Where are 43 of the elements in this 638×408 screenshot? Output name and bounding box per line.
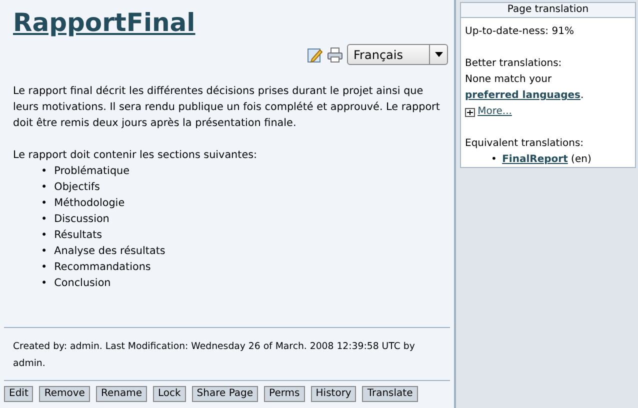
panel-title: Page translation [461, 3, 635, 18]
paragraph: Le rapport final décrit les différentes décisions prises durant le projet ainsi que leurs motivations. Il sera rendu publique un fois complété et approuvé. Le rapport doit être remis deux jours après la présentation finale. [13, 84, 441, 131]
list-item: Analyse des résultats [54, 244, 166, 259]
bullet: • [41, 228, 48, 243]
print-icon[interactable] [326, 46, 343, 62]
list-item: Résultats [54, 228, 102, 243]
edit-icon[interactable] [306, 46, 323, 62]
bullet: • [41, 164, 48, 179]
bullet: • [41, 212, 48, 227]
list-item: Méthodologie [54, 196, 125, 211]
bullet: • [41, 276, 48, 291]
bullet: • [41, 260, 48, 275]
list-item: Problématique [54, 164, 130, 179]
expand-icon[interactable] [465, 108, 475, 116]
action-button[interactable]: History [310, 386, 356, 402]
status-text: Up-to-date-ness: 91% [465, 25, 575, 39]
action-button[interactable]: Translate [362, 386, 418, 402]
bullet: • [491, 153, 497, 167]
bullet: • [41, 196, 48, 211]
section-label: Equivalent translations: [465, 137, 585, 151]
language-code: (en) [570, 154, 592, 165]
preferred-languages-link[interactable]: preferred languages [465, 90, 581, 101]
page-title[interactable]: RapportFinal [13, 8, 196, 38]
action-button[interactable]: Remove [39, 386, 90, 402]
action-button[interactable]: Share Page [192, 386, 258, 402]
paragraph: Le rapport doit contenir les sections suivantes: [13, 148, 258, 163]
language-dropdown[interactable]: Français [346, 44, 448, 65]
list-item: Objectifs [54, 180, 100, 195]
bullet: • [41, 180, 48, 195]
section-label: Better translations: [465, 57, 563, 71]
action-button[interactable]: Lock [152, 386, 186, 402]
translation-link[interactable]: FinalReport [502, 154, 568, 165]
action-button[interactable]: Perms [264, 386, 305, 402]
info-text: None match your preferred languages. [465, 73, 585, 103]
list-item: Conclusion [54, 276, 111, 291]
action-button[interactable]: Rename [96, 386, 147, 402]
page-info-text: Created by: admin. Last Modification: Wednesday 26 of March. 2008 12:39:58 UTC by admin. [12, 340, 416, 371]
more-link[interactable]: More... [478, 104, 512, 120]
caret-icon [434, 52, 442, 57]
list-item: Recommandations [54, 260, 151, 275]
bullet: • [41, 244, 48, 259]
action-button[interactable]: Edit [4, 386, 34, 402]
list-item: Discussion [54, 212, 110, 227]
